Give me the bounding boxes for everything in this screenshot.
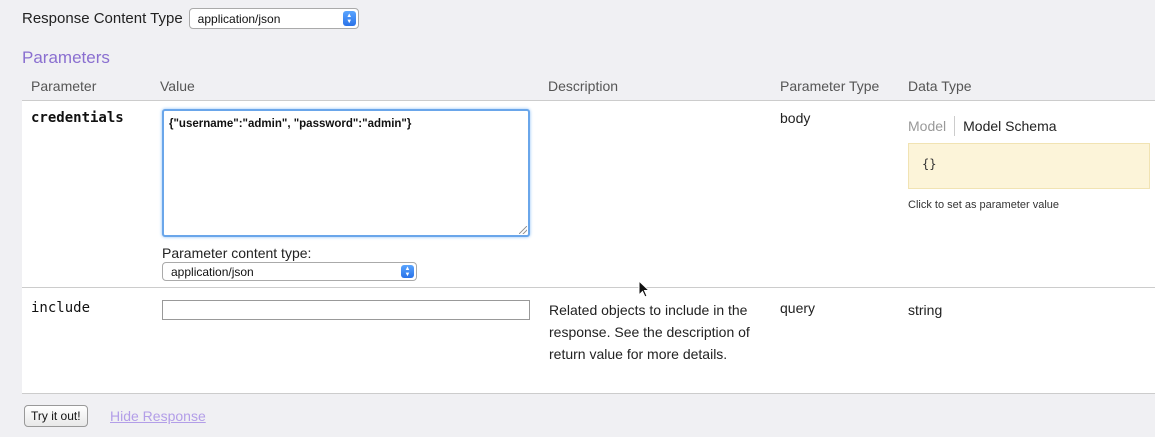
select-arrows-icon: ▲ ▼ bbox=[401, 265, 414, 278]
param-type-query: query bbox=[780, 300, 816, 316]
model-schema-hint: Click to set as parameter value bbox=[908, 199, 1060, 211]
data-type-string: string bbox=[908, 302, 943, 318]
parameter-content-type-select[interactable]: application/json ▲ ▼ bbox=[162, 262, 417, 281]
response-content-type-row: Response Content Type application/json ▲… bbox=[22, 8, 359, 29]
parameter-content-type-value: application/json bbox=[171, 264, 254, 279]
column-header-data-type: Data Type bbox=[908, 78, 972, 94]
column-header-value: Value bbox=[160, 78, 195, 94]
include-input[interactable] bbox=[162, 300, 530, 320]
param-name-credentials: credentials bbox=[31, 110, 124, 126]
hide-response-link[interactable]: Hide Response bbox=[110, 408, 206, 424]
model-tabs: Model Model Schema bbox=[908, 116, 1057, 136]
response-content-type-label: Response Content Type bbox=[22, 10, 183, 27]
model-schema-box[interactable]: {} bbox=[908, 143, 1150, 189]
tab-model-schema[interactable]: Model Schema bbox=[955, 118, 1056, 134]
select-arrows-icon: ▲ ▼ bbox=[342, 11, 356, 26]
include-description: Related objects to include in the respon… bbox=[549, 302, 750, 362]
response-content-type-value: application/json bbox=[197, 11, 281, 26]
response-content-type-select[interactable]: application/json ▲ ▼ bbox=[188, 8, 359, 29]
mouse-cursor-icon bbox=[638, 280, 651, 298]
column-header-parameter: Parameter bbox=[31, 78, 97, 94]
row-divider bbox=[22, 393, 1155, 394]
parameter-content-type-label: Parameter content type: bbox=[162, 245, 312, 261]
credentials-textarea[interactable]: {"username":"admin", "password":"admin"} bbox=[162, 109, 530, 237]
param-type-body: body bbox=[780, 110, 811, 126]
param-name-include: include bbox=[31, 300, 91, 316]
model-schema-text: {} bbox=[922, 157, 937, 171]
resize-handle-icon[interactable] bbox=[519, 226, 527, 234]
column-header-parameter-type: Parameter Type bbox=[780, 78, 880, 94]
tab-model[interactable]: Model bbox=[908, 118, 954, 134]
try-it-out-button[interactable]: Try it out! bbox=[24, 405, 88, 427]
parameters-heading: Parameters bbox=[22, 48, 110, 67]
column-header-description: Description bbox=[548, 78, 619, 94]
credentials-value: {"username":"admin", "password":"admin"} bbox=[169, 118, 412, 130]
